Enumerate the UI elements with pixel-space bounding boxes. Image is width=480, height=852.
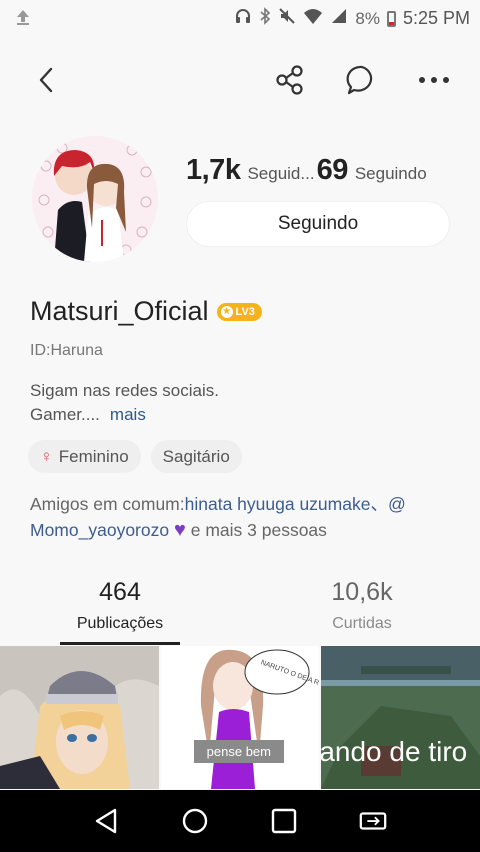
- battery-icon: [386, 10, 396, 27]
- active-tab-indicator: [60, 642, 180, 645]
- mutual-prefix: Amigos em comum:: [30, 494, 185, 514]
- following-button[interactable]: Seguindo: [187, 202, 449, 246]
- followers-count[interactable]: 1,7k: [186, 154, 241, 187]
- bio-line-2: Gamer....: [30, 405, 100, 424]
- tab-label: Curtidas: [332, 615, 392, 632]
- user-id: ID:Haruna: [30, 342, 103, 359]
- name-row: Matsuri_Oficial ★ LV3: [30, 296, 262, 327]
- headphones-icon: [234, 7, 252, 30]
- wifi-icon: [303, 7, 323, 30]
- posts-grid: NARUTO O DE A ROUPA pense bem ando de ti…: [0, 646, 480, 789]
- tab-curtidas[interactable]: 10,6k Curtidas: [282, 578, 442, 633]
- post-caption: ando de tiro: [321, 736, 468, 767]
- post-thumbnail[interactable]: [0, 646, 159, 789]
- post-thumbnail[interactable]: ando de tiro: [321, 646, 480, 789]
- tab-label: Publicações: [76, 615, 164, 632]
- share-icon[interactable]: [272, 62, 308, 98]
- female-icon: ♀: [40, 446, 53, 466]
- post-thumbnail[interactable]: NARUTO O DE A ROUPA pense bem: [160, 646, 320, 789]
- follow-stats: 1,7k Seguid... 69 Seguindo: [186, 154, 427, 187]
- tab-publicacoes[interactable]: 464 Publicações: [40, 578, 200, 633]
- level-label: LV3: [235, 305, 255, 318]
- more-link[interactable]: mais: [110, 405, 146, 424]
- bluetooth-icon: [259, 7, 271, 30]
- chat-icon[interactable]: [344, 62, 380, 98]
- back-nav-icon[interactable]: [91, 806, 121, 836]
- status-bar: 8% 5:25 PM: [0, 0, 480, 36]
- system-nav-bar: [0, 790, 480, 852]
- gender-tag: ♀ Feminino: [28, 440, 141, 473]
- purple-heart-icon: ♥: [173, 519, 186, 541]
- bio-line-1: Sigam nas redes sociais.: [30, 381, 219, 400]
- content-tabs: 464 Publicações 10,6k Curtidas: [0, 578, 480, 646]
- back-icon[interactable]: [28, 62, 64, 98]
- recents-nav-icon[interactable]: [269, 806, 299, 836]
- more-icon[interactable]: [416, 62, 452, 98]
- zodiac-tag: Sagitário: [150, 440, 242, 473]
- tab-count: 464: [99, 578, 141, 606]
- avatar[interactable]: [32, 136, 158, 262]
- profile-name: Matsuri_Oficial: [30, 296, 209, 326]
- followers-label[interactable]: Seguid...: [247, 164, 314, 184]
- mute-icon: [278, 7, 296, 30]
- screen-share-icon[interactable]: [358, 806, 388, 836]
- tab-count: 10,6k: [331, 578, 393, 606]
- mutual-friends[interactable]: Amigos em comum:hinata hyuuga uzumake、@ …: [30, 491, 460, 543]
- home-nav-icon[interactable]: [180, 806, 210, 836]
- following-label[interactable]: Seguindo: [355, 164, 427, 184]
- clock: 5:25 PM: [402, 8, 470, 28]
- level-badge[interactable]: ★ LV3: [216, 302, 262, 321]
- bio: Sigam nas redes sociais. Gamer.... mais: [30, 379, 219, 427]
- upload-icon: [14, 8, 32, 31]
- profile-action-bar: [0, 52, 480, 108]
- battery-percent: 8%: [355, 8, 380, 28]
- star-icon: ★: [220, 305, 233, 318]
- post-caption: pense bem: [193, 740, 284, 763]
- gender-label: Feminino: [58, 446, 129, 466]
- signal-icon: [330, 7, 348, 30]
- mutual-suffix: e mais 3 pessoas: [190, 520, 327, 540]
- following-count[interactable]: 69: [317, 154, 349, 187]
- zodiac-label: Sagitário: [162, 446, 230, 466]
- profile-tags: ♀ Feminino Sagitário: [28, 440, 242, 473]
